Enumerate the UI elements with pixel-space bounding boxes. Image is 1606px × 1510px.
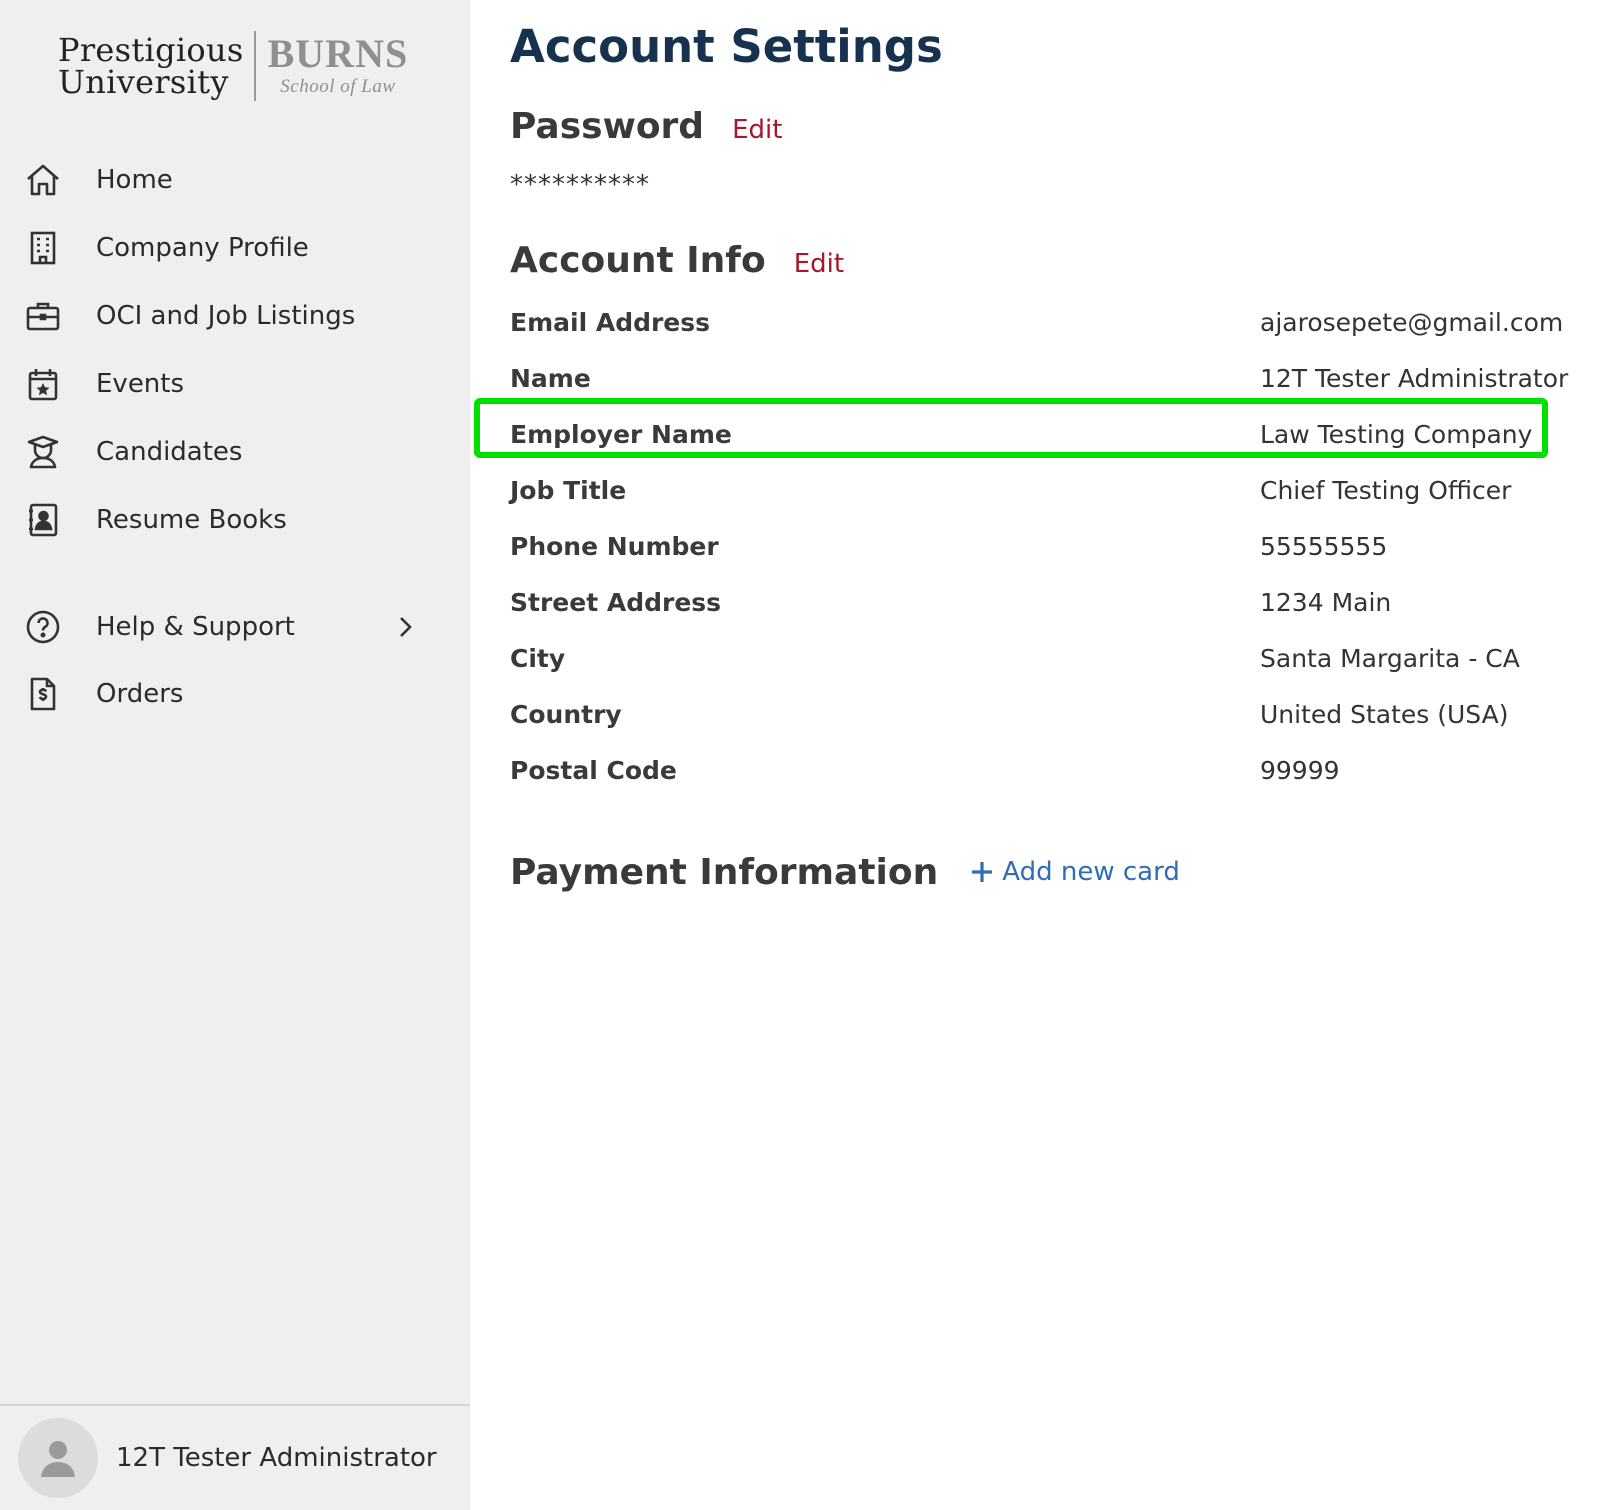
user-menu[interactable]: 12T Tester Administrator: [0, 1404, 470, 1510]
page-title: Account Settings: [510, 20, 943, 73]
info-row-postal-code: Postal Code 99999: [510, 748, 1580, 792]
school-logo[interactable]: Prestigious University BURNS School of L…: [58, 26, 408, 106]
info-label: Name: [510, 363, 591, 393]
sidebar-item-events[interactable]: Events: [24, 358, 434, 410]
logo-school-sub: School of Law: [280, 76, 396, 97]
info-value: 1234 Main: [1260, 587, 1392, 617]
info-label: Email Address: [510, 307, 711, 337]
briefcase-icon: [24, 297, 62, 335]
payment-heading: Payment Information: [510, 852, 939, 893]
app-root: Prestigious University BURNS School of L…: [0, 0, 1606, 1510]
info-value: 12T Tester Administrator: [1260, 363, 1569, 393]
logo-school: BURNS School of Law: [268, 34, 409, 98]
sidebar-item-label: Company Profile: [96, 233, 309, 263]
contact-book-icon: [24, 501, 62, 539]
info-label: Street Address: [510, 587, 722, 617]
info-row-phone-number: Phone Number 55555555: [510, 524, 1580, 568]
sidebar-item-candidates[interactable]: Candidates: [24, 426, 434, 478]
info-label: Job Title: [510, 475, 627, 505]
edit-account-info-link[interactable]: Edit: [794, 249, 844, 279]
logo-university-line1: Prestigious: [58, 31, 244, 69]
info-row-employer-name: Employer Name Law Testing Company: [510, 412, 1580, 456]
info-label: Postal Code: [510, 755, 677, 785]
add-new-card-button[interactable]: Add new card: [970, 857, 1180, 887]
invoice-icon: [24, 675, 62, 713]
info-row-street-address: Street Address 1234 Main: [510, 580, 1580, 624]
password-section-header: Password Edit: [510, 106, 782, 147]
main-content: Account Settings Password Edit *********…: [470, 0, 1606, 1510]
graduate-icon: [24, 433, 62, 471]
info-value: Chief Testing Officer: [1260, 475, 1512, 505]
building-icon: [24, 229, 62, 267]
info-value: Law Testing Company: [1260, 419, 1533, 449]
plus-icon: [972, 862, 993, 882]
sidebar-item-home[interactable]: Home: [24, 154, 434, 206]
account-info-heading: Account Info: [510, 240, 766, 281]
payment-section-header: Payment Information Add new card: [510, 852, 1180, 893]
sidebar-item-label: Candidates: [96, 437, 243, 467]
info-row-name: Name 12T Tester Administrator: [510, 356, 1580, 400]
logo-university-line2: University: [58, 63, 229, 101]
question-circle-icon: [24, 608, 62, 646]
info-value: United States (USA): [1260, 699, 1509, 729]
sidebar-item-resume-books[interactable]: Resume Books: [24, 494, 434, 546]
edit-password-link[interactable]: Edit: [732, 115, 782, 145]
info-label: Phone Number: [510, 531, 719, 561]
info-label: City: [510, 643, 566, 673]
info-row-country: Country United States (USA): [510, 692, 1580, 736]
info-row-city: City Santa Margarita - CA: [510, 636, 1580, 680]
home-icon: [24, 161, 62, 199]
info-label: Country: [510, 699, 622, 729]
sidebar-item-label: Orders: [96, 679, 184, 709]
info-row-job-title: Job Title Chief Testing Officer: [510, 468, 1580, 512]
password-heading: Password: [510, 106, 705, 147]
sidebar-item-label: Home: [96, 165, 173, 195]
user-name: 12T Tester Administrator: [116, 1443, 437, 1473]
sidebar: Prestigious University BURNS School of L…: [0, 0, 470, 1510]
sidebar-item-label: Resume Books: [96, 505, 287, 535]
info-value: Santa Margarita - CA: [1260, 643, 1520, 673]
sidebar-item-orders[interactable]: Orders: [24, 668, 434, 720]
add-new-card-label: Add new card: [1002, 857, 1180, 887]
info-value: 99999: [1260, 755, 1340, 785]
sidebar-item-oci-job-listings[interactable]: OCI and Job Listings: [24, 290, 434, 342]
account-info-section-header: Account Info Edit: [510, 240, 844, 281]
sidebar-item-label: Events: [96, 369, 185, 399]
info-row-email: Email Address ajarosepete@gmail.com: [510, 300, 1580, 344]
avatar: [18, 1418, 98, 1498]
info-value: 55555555: [1260, 531, 1388, 561]
logo-university: Prestigious University: [58, 34, 244, 98]
logo-divider: [253, 31, 256, 101]
sidebar-item-company-profile[interactable]: Company Profile: [24, 222, 434, 274]
info-label: Employer Name: [510, 419, 732, 449]
sidebar-item-label: OCI and Job Listings: [96, 301, 356, 331]
calendar-star-icon: [24, 365, 62, 403]
logo-school-name: BURNS: [267, 31, 409, 76]
sidebar-item-label: Help & Support: [96, 612, 295, 642]
chevron-right-icon: [400, 617, 412, 637]
user-icon: [41, 1441, 75, 1477]
password-masked: **********: [510, 170, 650, 200]
info-value: ajarosepete@gmail.com: [1260, 307, 1564, 337]
sidebar-item-help-support[interactable]: Help & Support: [24, 601, 434, 653]
